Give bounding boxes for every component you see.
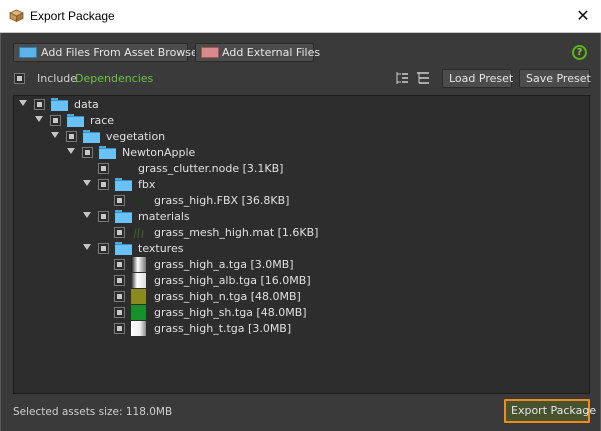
dialog-body: Add Files From Asset Browser Add Externa… — [0, 33, 601, 431]
tree-row-materials[interactable]: materials — [14, 209, 589, 225]
texture-thumbnail-icon — [131, 289, 146, 304]
tree-checkbox[interactable] — [98, 243, 109, 254]
texture-thumbnail-icon — [131, 305, 146, 320]
tree-label: fbx — [138, 178, 156, 191]
tree-label: grass_high_t.tga [3.0MB] — [154, 322, 292, 335]
expand-all-icon[interactable] — [395, 71, 409, 85]
home-folder-icon — [51, 98, 68, 111]
tree-checkbox[interactable] — [34, 99, 45, 110]
texture-thumbnail-icon — [131, 273, 146, 288]
tree-checkbox[interactable] — [50, 115, 61, 126]
include-dependencies-checkbox[interactable] — [14, 73, 25, 84]
tree-row-fbx[interactable]: fbx — [14, 177, 589, 193]
tree-label: grass_mesh_high.mat [1.6KB] — [154, 226, 319, 239]
load-preset-label: Load Preset — [449, 72, 514, 85]
expand-arrow-icon[interactable] — [83, 212, 91, 218]
tree-row-texture[interactable]: grass_high_t.tga [3.0MB] — [14, 321, 589, 337]
tree-checkbox[interactable] — [98, 179, 109, 190]
save-preset-button[interactable]: Save Preset — [519, 69, 591, 88]
tree-row-vegetation[interactable]: vegetation — [14, 129, 589, 145]
selected-assets-size: Selected assets size: 118.0MB — [13, 406, 173, 418]
tree-row-texture[interactable]: grass_high_sh.tga [48.0MB] — [14, 305, 589, 321]
tree-row-textures[interactable]: textures — [14, 241, 589, 257]
expand-arrow-icon[interactable] — [35, 116, 43, 122]
tree-label: grass_clutter.node [3.1KB] — [138, 162, 284, 175]
add-files-from-asset-browser-button[interactable]: Add Files From Asset Browser — [13, 43, 202, 62]
external-files-icon — [201, 47, 219, 58]
export-package-label: Export Package — [511, 404, 597, 417]
tree-checkbox[interactable] — [114, 323, 125, 334]
tree-checkbox[interactable] — [114, 275, 125, 286]
load-preset-button[interactable]: Load Preset — [442, 69, 514, 88]
tree-row-mat-file[interactable]: grass_mesh_high.mat [1.6KB] — [14, 225, 589, 241]
tree-label: grass_high_sh.tga [48.0MB] — [154, 306, 307, 319]
tree-checkbox[interactable] — [98, 211, 109, 222]
tree-checkbox[interactable] — [98, 163, 109, 174]
tree-label: grass_high.FBX [36.8KB] — [154, 194, 290, 207]
package-icon — [9, 9, 24, 22]
add-files-from-asset-browser-label: Add Files From Asset Browser — [41, 46, 203, 59]
add-external-files-label: Add External Files — [222, 46, 321, 59]
texture-thumbnail-icon — [131, 321, 146, 336]
tree-row-texture[interactable]: grass_high_alb.tga [16.0MB] — [14, 273, 589, 289]
tree-label: race — [90, 114, 115, 127]
material-thumbnail-icon — [133, 227, 144, 239]
add-external-files-button[interactable]: Add External Files — [195, 43, 320, 62]
folder-icon — [115, 178, 132, 191]
expand-arrow-icon[interactable] — [51, 132, 59, 138]
save-preset-label: Save Preset — [526, 72, 591, 85]
tree-checkbox[interactable] — [114, 291, 125, 302]
tree-label: materials — [138, 210, 190, 223]
folder-icon — [115, 210, 132, 223]
expand-arrow-icon[interactable] — [19, 100, 27, 106]
tree-row-texture[interactable]: grass_high_a.tga [3.0MB] — [14, 257, 589, 273]
folder-icon — [67, 114, 84, 127]
tree-label: grass_high_a.tga [3.0MB] — [154, 258, 294, 271]
tree-checkbox[interactable] — [82, 147, 93, 158]
tree-row-data[interactable]: data — [14, 97, 589, 113]
texture-thumbnail-icon — [131, 257, 146, 272]
tree-label: NewtonApple — [122, 146, 196, 159]
expand-arrow-icon[interactable] — [83, 180, 91, 186]
expand-arrow-icon[interactable] — [83, 244, 91, 250]
export-package-button[interactable]: Export Package — [504, 399, 596, 423]
close-icon[interactable]: ✕ — [571, 6, 595, 26]
title-bar: Export Package ✕ — [0, 0, 601, 33]
mesh-thumbnail-icon — [133, 196, 144, 207]
include-label: Include — [37, 72, 78, 85]
folder-icon — [115, 242, 132, 255]
tree-checkbox[interactable] — [114, 195, 125, 206]
asset-tree: data race vegetation NewtonApple grass_c… — [13, 95, 590, 394]
window-title: Export Package — [30, 9, 115, 23]
tree-row-clutter[interactable]: grass_clutter.node [3.1KB] — [14, 161, 589, 177]
tree-label: grass_high_n.tga [48.0MB] — [154, 290, 301, 303]
tree-checkbox[interactable] — [114, 259, 125, 270]
tree-row-fbx-file[interactable]: grass_high.FBX [36.8KB] — [14, 193, 589, 209]
dependencies-link[interactable]: Dependencies — [75, 72, 153, 85]
tree-checkbox[interactable] — [114, 227, 125, 238]
tree-row-texture[interactable]: grass_high_n.tga [48.0MB] — [14, 289, 589, 305]
tree-checkbox[interactable] — [66, 131, 77, 142]
collapse-all-icon[interactable] — [416, 71, 430, 85]
folder-icon — [99, 146, 116, 159]
expand-arrow-icon[interactable] — [67, 148, 75, 154]
tree-row-newtonapple[interactable]: NewtonApple — [14, 145, 589, 161]
asset-browser-icon — [19, 47, 37, 58]
help-icon[interactable]: ? — [572, 45, 587, 60]
tree-label: data — [74, 98, 99, 111]
tree-checkbox[interactable] — [114, 307, 125, 318]
tree-label: textures — [138, 242, 184, 255]
tree-row-race[interactable]: race — [14, 113, 589, 129]
tree-label: grass_high_alb.tga [16.0MB] — [154, 274, 311, 287]
tree-label: vegetation — [106, 130, 166, 143]
folder-icon — [83, 130, 100, 143]
